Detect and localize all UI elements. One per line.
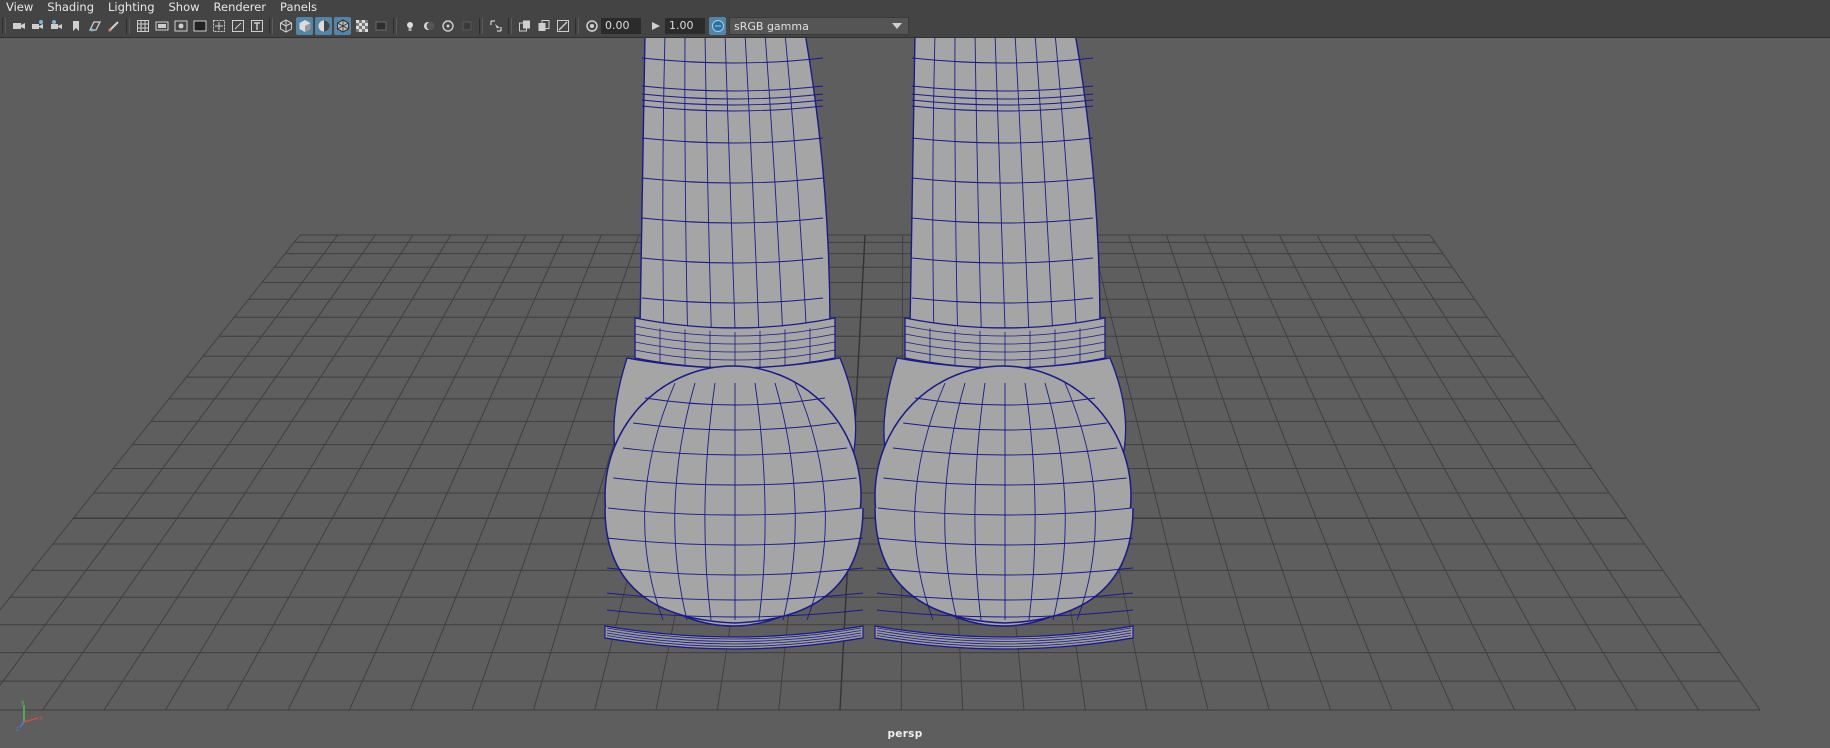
svg-text:z: z xyxy=(16,726,19,732)
panel-menu-bar: View Shading Lighting Show Renderer Pane… xyxy=(0,0,1830,15)
dropdown-arrow-icon xyxy=(892,20,902,33)
svg-text:y: y xyxy=(21,699,25,706)
menu-show[interactable]: Show xyxy=(162,0,207,15)
camera-attr-icon[interactable] xyxy=(29,17,46,35)
xray-icon[interactable] xyxy=(353,17,370,35)
menu-view[interactable]: View xyxy=(0,0,40,15)
bookmark-icon[interactable] xyxy=(67,17,84,35)
textured-icon[interactable] xyxy=(372,17,389,35)
grease-pencil-icon[interactable] xyxy=(105,17,122,35)
toolbar-separator xyxy=(2,18,6,34)
panel-toolbar: 0.00 1.00 sRGB gamma xyxy=(0,15,1830,38)
exposure-field[interactable]: 0.00 xyxy=(601,18,641,34)
shadows-icon[interactable] xyxy=(420,17,437,35)
menu-renderer[interactable]: Renderer xyxy=(207,0,274,15)
exposure-icon[interactable] xyxy=(583,17,600,35)
svg-text:x: x xyxy=(39,715,43,722)
menu-panels[interactable]: Panels xyxy=(273,0,324,15)
axis-gizmo: y x z xyxy=(16,699,43,732)
perspective-viewport[interactable]: persp y x z xyxy=(0,38,1830,748)
field-chart-icon[interactable] xyxy=(210,17,227,35)
screen-space-ao-icon[interactable] xyxy=(439,17,456,35)
smooth-shade-icon[interactable] xyxy=(296,17,313,35)
toolbar-separator xyxy=(269,18,273,34)
xray-active-icon[interactable] xyxy=(535,17,552,35)
camera-select-icon[interactable] xyxy=(10,17,27,35)
xray-joints-icon[interactable] xyxy=(516,17,533,35)
gamma-icon[interactable] xyxy=(647,17,664,35)
toolbar-separator xyxy=(126,18,130,34)
film-gate-icon[interactable] xyxy=(153,17,170,35)
camera-name-label: persp xyxy=(887,728,923,740)
default-material-icon[interactable] xyxy=(315,17,332,35)
resolution-gate-icon[interactable] xyxy=(172,17,189,35)
toolbar-separator xyxy=(508,18,512,34)
grid-icon[interactable] xyxy=(134,17,151,35)
wireframe-icon[interactable] xyxy=(277,17,294,35)
toolbar-separator xyxy=(479,18,483,34)
safe-action-icon[interactable] xyxy=(229,17,246,35)
isolate-select-icon[interactable] xyxy=(487,17,504,35)
gate-mask-icon[interactable] xyxy=(191,17,208,35)
backface-culling-icon[interactable] xyxy=(554,17,571,35)
menu-lighting[interactable]: Lighting xyxy=(101,0,161,15)
toolbar-separator xyxy=(575,18,579,34)
use-all-lights-icon[interactable] xyxy=(401,17,418,35)
color-management-icon[interactable] xyxy=(709,17,726,35)
toolbar-separator xyxy=(393,18,397,34)
scene-canvas xyxy=(0,38,1761,711)
wireframe-on-shaded-icon[interactable] xyxy=(334,17,351,35)
image-plane-icon[interactable] xyxy=(86,17,103,35)
menu-shading[interactable]: Shading xyxy=(40,0,101,15)
safe-title-icon[interactable] xyxy=(248,17,265,35)
camera-attr-icon[interactable] xyxy=(48,17,65,35)
color-space-value: sRGB gamma xyxy=(734,19,809,33)
gamma-field[interactable]: 1.00 xyxy=(665,18,705,34)
motion-blur-icon[interactable] xyxy=(458,17,475,35)
color-space-dropdown[interactable]: sRGB gamma xyxy=(729,17,909,35)
boots-mesh xyxy=(604,38,1134,650)
